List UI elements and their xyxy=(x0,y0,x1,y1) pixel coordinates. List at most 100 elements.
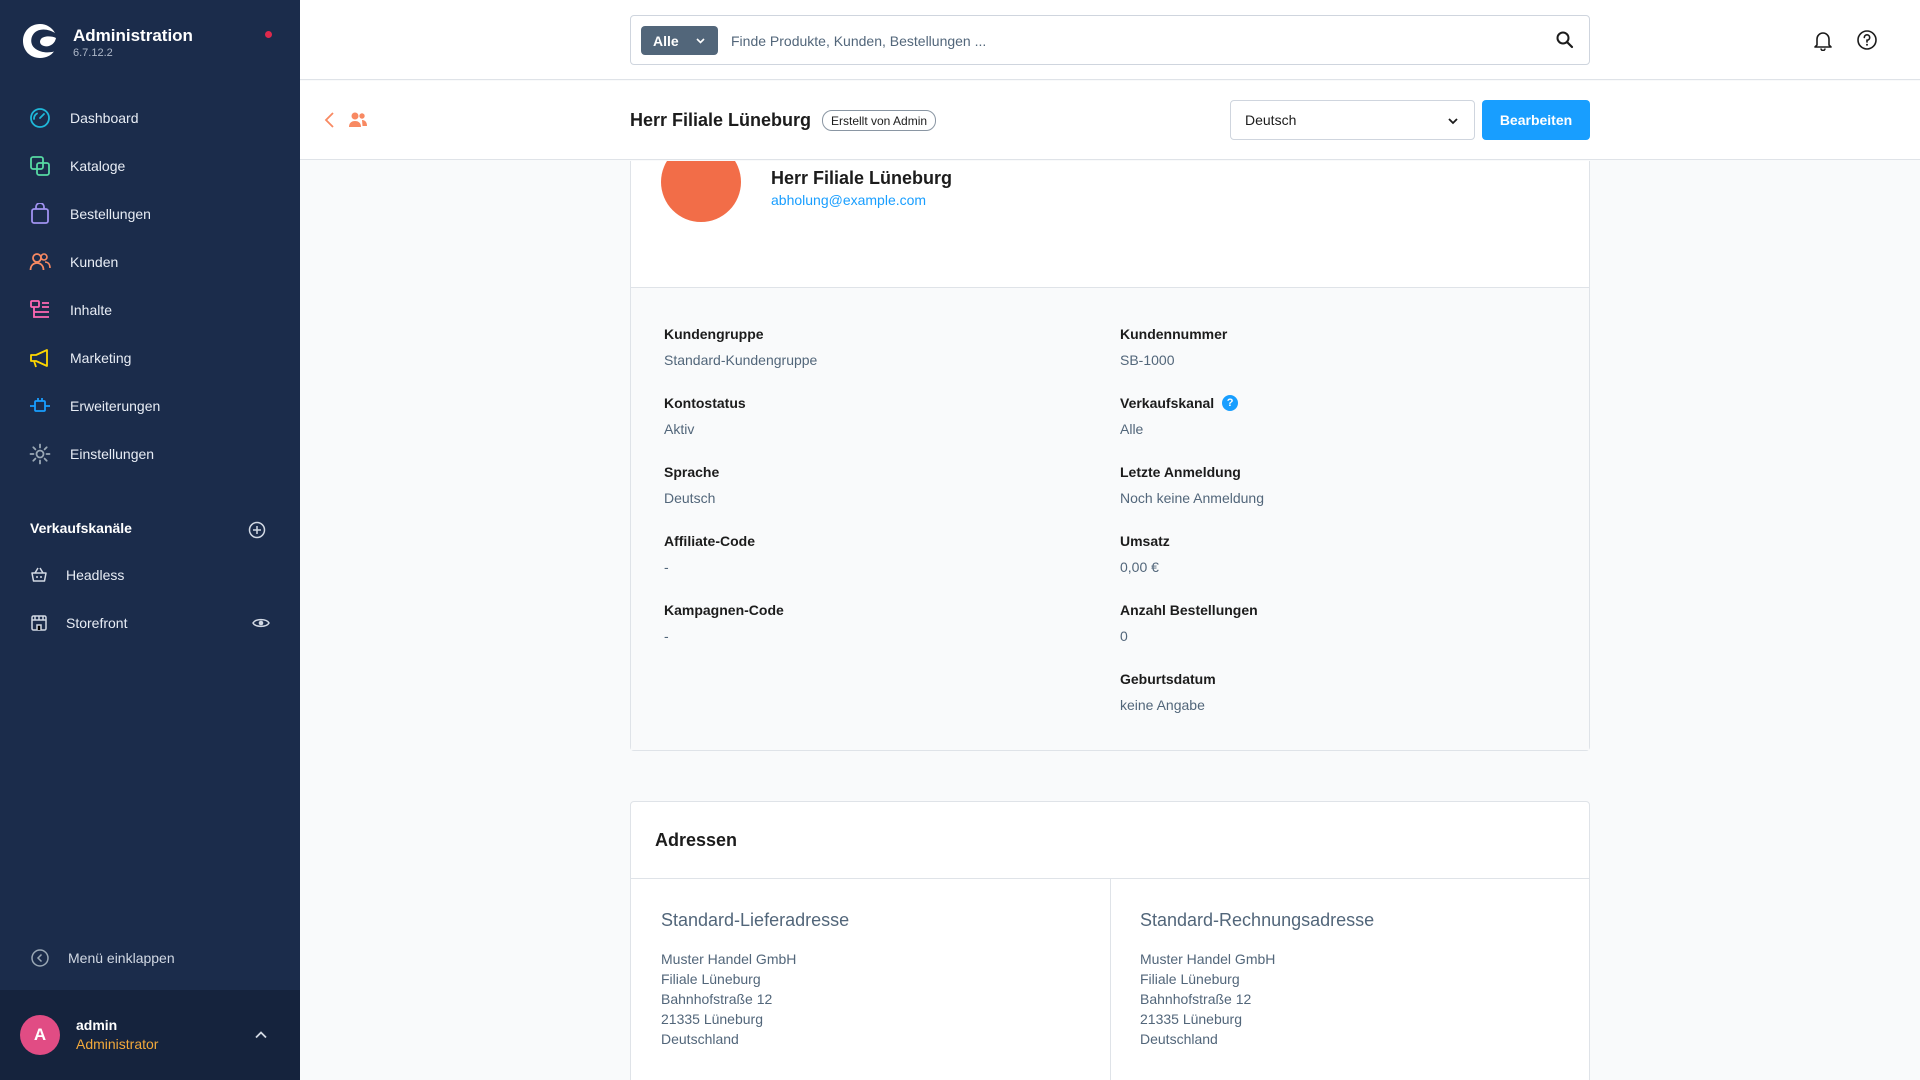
field-sales-channel: Verkaufskanal ? Alle xyxy=(1120,395,1239,437)
bell-icon[interactable] xyxy=(1812,29,1834,51)
field-label: Kundennummer xyxy=(1120,326,1228,342)
field-label: Kampagnen-Code xyxy=(664,602,784,618)
shopware-logo-icon xyxy=(23,24,56,58)
address-line: Muster Handel GmbH xyxy=(1140,951,1276,967)
nav-label: Bestellungen xyxy=(70,206,151,222)
basket-icon xyxy=(30,566,48,584)
default-billing-address: Standard-Rechnungsadresse Muster Handel … xyxy=(1140,910,1374,1049)
field-label-row: Verkaufskanal ? xyxy=(1120,395,1239,411)
nav-item-einstellungen[interactable]: Einstellungen xyxy=(0,430,300,478)
storefront-icon xyxy=(30,614,48,632)
nav-item-kataloge[interactable]: Kataloge xyxy=(0,142,300,190)
language-select-value: Deutsch xyxy=(1245,112,1297,128)
back-arrow-icon[interactable] xyxy=(320,110,340,130)
field-value: keine Angabe xyxy=(1120,697,1205,713)
address-line: Deutschland xyxy=(1140,1031,1218,1047)
page-title: Herr Filiale Lüneburg xyxy=(630,110,812,130)
main-nav: Dashboard Kataloge Bestellungen Kunden I… xyxy=(0,94,300,478)
add-sales-channel-icon[interactable] xyxy=(248,521,266,539)
eye-icon[interactable] xyxy=(252,614,270,632)
field-last-login: Letzte Anmeldung Noch keine Anmeldung xyxy=(1120,464,1264,506)
nav-item-kunden[interactable]: Kunden xyxy=(0,238,300,286)
nav-item-dashboard[interactable]: Dashboard xyxy=(0,94,300,142)
orders-icon xyxy=(28,202,52,226)
user-name: admin xyxy=(76,1017,118,1033)
notification-dot xyxy=(265,31,272,38)
field-campaign-code: Kampagnen-Code - xyxy=(664,602,784,644)
customer-card: Herr Filiale Lüneburg abholung@example.c… xyxy=(630,161,1590,751)
address-line: Filiale Lüneburg xyxy=(661,971,761,987)
field-value: SB-1000 xyxy=(1120,352,1175,368)
field-value: - xyxy=(664,559,669,575)
search-icon[interactable] xyxy=(1555,30,1575,50)
field-account-status: Kontostatus Aktiv xyxy=(664,395,746,437)
address-line: Filiale Lüneburg xyxy=(1140,971,1240,987)
field-label: Sprache xyxy=(664,464,720,480)
address-line: Muster Handel GmbH xyxy=(661,951,797,967)
top-bar: Alle xyxy=(300,0,1920,80)
nav-item-erweiterungen[interactable]: Erweiterungen xyxy=(0,382,300,430)
address-line: Bahnhofstraße 12 xyxy=(661,991,773,1007)
field-customer-group: Kundengruppe Standard-Kundengruppe xyxy=(664,326,817,368)
marketing-icon xyxy=(28,346,52,370)
catalog-icon xyxy=(28,154,52,178)
field-label: Letzte Anmeldung xyxy=(1120,464,1241,480)
field-value: - xyxy=(664,628,669,644)
nav-label: Marketing xyxy=(70,350,132,366)
field-value: Alle xyxy=(1120,421,1144,437)
brand[interactable]: Administration 6.7.12.2 xyxy=(22,22,282,62)
address-heading: Standard-Lieferadresse xyxy=(661,910,850,930)
nav-item-marketing[interactable]: Marketing xyxy=(0,334,300,382)
field-customer-number: Kundennummer SB-1000 xyxy=(1120,326,1227,368)
field-label: Anzahl Bestellungen xyxy=(1120,602,1258,618)
chevron-down-icon xyxy=(1448,118,1458,125)
sidebar: Administration 6.7.12.2 Dashboard Katalo… xyxy=(0,0,300,1080)
field-label: Kontostatus xyxy=(664,395,746,411)
customer-email-link[interactable]: abholung@example.com xyxy=(771,192,926,208)
field-order-count: Anzahl Bestellungen 0 xyxy=(1120,602,1258,644)
sales-channel-headless[interactable]: Headless xyxy=(0,551,300,599)
app-version: 6.7.12.2 xyxy=(73,47,113,59)
nav-label: Einstellungen xyxy=(70,446,155,462)
search-type-label: Alle xyxy=(653,32,679,49)
customers-icon xyxy=(28,250,52,274)
user-menu[interactable]: A admin Administrator xyxy=(0,990,300,1080)
search-type-select[interactable]: Alle xyxy=(641,26,718,55)
sales-channel-storefront[interactable]: Storefront xyxy=(0,599,300,647)
customer-avatar xyxy=(661,161,741,222)
customer-details: Kundengruppe Standard-Kundengruppe Konto… xyxy=(631,287,1589,750)
field-label: Geburtsdatum xyxy=(1120,671,1216,687)
dashboard-icon xyxy=(28,106,52,130)
field-label: Umsatz xyxy=(1120,533,1170,549)
field-value: Standard-Kundengruppe xyxy=(664,352,818,368)
sales-channels-title: Verkaufskanäle xyxy=(30,520,132,536)
search-input[interactable] xyxy=(731,26,1511,55)
customer-name: Herr Filiale Lüneburg xyxy=(771,168,953,188)
sales-channels-header: Verkaufskanäle xyxy=(30,520,270,540)
nav-label: Dashboard xyxy=(70,110,139,126)
field-label: Verkaufskanal xyxy=(1120,395,1215,411)
address-line: 21335 Lüneburg xyxy=(661,1011,763,1027)
customer-card-header: Herr Filiale Lüneburg abholung@example.c… xyxy=(631,161,1589,288)
field-label: Kundengruppe xyxy=(664,326,764,342)
field-value: 0,00 € xyxy=(1120,559,1159,575)
chevron-up-icon[interactable] xyxy=(252,1026,270,1044)
created-by-badge: Erstellt von Admin xyxy=(822,110,937,131)
field-birthday: Geburtsdatum keine Angabe xyxy=(1120,671,1216,713)
extensions-icon xyxy=(28,394,52,418)
edit-button[interactable]: Bearbeiten xyxy=(1482,100,1590,140)
address-heading: Standard-Rechnungsadresse xyxy=(1140,910,1375,930)
global-search: Alle xyxy=(630,15,1590,65)
chevron-left-circle-icon xyxy=(31,949,49,967)
nav-item-inhalte[interactable]: Inhalte xyxy=(0,286,300,334)
language-select[interactable]: Deutsch xyxy=(1230,100,1475,140)
field-label: Affiliate-Code xyxy=(664,533,755,549)
field-value: Noch keine Anmeldung xyxy=(1120,490,1264,506)
help-tooltip-icon[interactable]: ? xyxy=(1222,395,1239,411)
help-icon[interactable] xyxy=(1856,29,1878,51)
nav-item-bestellungen[interactable]: Bestellungen xyxy=(0,190,300,238)
main-content: Herr Filiale Lüneburg abholung@example.c… xyxy=(300,161,1920,1080)
collapse-menu-button[interactable]: Menü einklappen xyxy=(30,946,175,970)
field-turnover: Umsatz 0,00 € xyxy=(1120,533,1170,575)
sales-channel-list: Headless Storefront xyxy=(0,551,300,647)
